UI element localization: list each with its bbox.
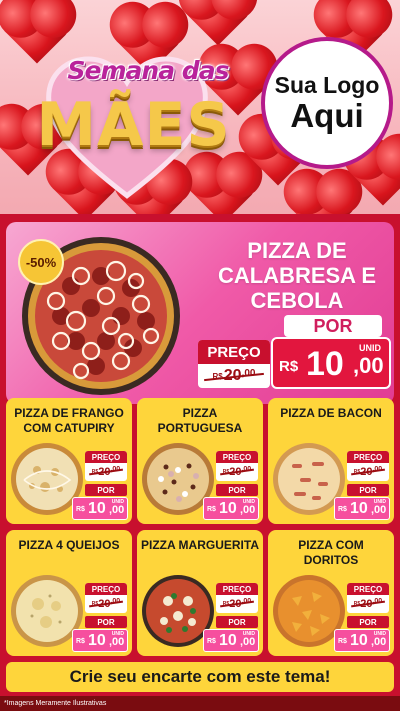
cta-banner[interactable]: Crie seu encarte com este tema!	[6, 662, 394, 692]
old-price-cents: ,00	[110, 598, 121, 605]
old-price: R$ 20 ,00	[198, 364, 270, 388]
preco-label: PREÇO	[198, 340, 270, 364]
price-cents: ,00	[371, 504, 387, 516]
old-price: R$ 20,00	[347, 463, 389, 481]
old-price: R$ 20,00	[216, 463, 258, 481]
old-price-cents: ,00	[372, 598, 383, 605]
unit-label: UNID	[359, 343, 381, 353]
old-price-box: PREÇO R$ 20,00	[347, 583, 389, 613]
title-big: MÃES	[36, 90, 231, 160]
old-price-int: 20	[360, 598, 373, 610]
new-price-box: UNID R$ 10 ,00	[72, 497, 128, 520]
heart-decoration	[185, 0, 251, 46]
product-card: PIZZA COM DORITOS PREÇO R$ 20,00 POR UNID…	[268, 530, 394, 656]
product-name: PIZZA COM DORITOS	[298, 538, 364, 567]
preco-label: PREÇO	[347, 583, 389, 595]
logo-line1: Sua Logo	[274, 72, 380, 98]
old-price-int: 20	[229, 598, 242, 610]
preco-label: PREÇO	[85, 451, 127, 463]
product-name: PIZZA DE FRANGO COM CATUPIRY	[14, 406, 124, 435]
product-card: PIZZA DE BACON PREÇO R$ 20,00 POR UNID R$…	[268, 398, 394, 524]
new-price-box: UNID R$ 10 ,00	[72, 629, 128, 652]
por-label: POR	[216, 616, 258, 628]
price-cents: ,00	[109, 636, 125, 648]
title-small: Semana das	[67, 56, 230, 85]
por-label: POR	[216, 484, 258, 496]
product-card: PIZZA PORTUGUESA PREÇO R$ 20,00 POR UNID …	[137, 398, 263, 524]
logo-line2: Aqui	[290, 97, 364, 134]
old-price-box: PREÇO R$ 20 ,00	[198, 340, 270, 388]
old-price-int: 20	[98, 466, 111, 478]
featured-offer: -50% PIZZA DE CALABRESA E CEBOLA POR PRE…	[6, 222, 394, 404]
price-cents: ,00	[109, 504, 125, 516]
old-price-int: 20	[98, 598, 111, 610]
price-int: 10	[350, 500, 368, 517]
price-int: 10	[306, 345, 344, 383]
product-name: PIZZA MARGUERITA	[141, 538, 259, 552]
price-int: 10	[219, 500, 237, 517]
preco-label: PREÇO	[216, 451, 258, 463]
por-label: POR	[347, 484, 389, 496]
preco-label: PREÇO	[347, 451, 389, 463]
price-int: 10	[88, 500, 106, 517]
discount-badge: -50%	[18, 239, 64, 285]
old-price: R$ 20,00	[85, 463, 127, 481]
price-currency: R$	[207, 638, 216, 645]
preco-label: PREÇO	[216, 583, 258, 595]
price-currency: R$	[76, 506, 85, 513]
old-price-box: PREÇO R$ 20,00	[85, 583, 127, 613]
price-int: 10	[88, 632, 106, 649]
old-price: R$ 20,00	[347, 595, 389, 613]
product-card: PIZZA 4 QUEIJOS PREÇO R$ 20,00 POR UNID R…	[6, 530, 132, 656]
old-price-box: PREÇO R$ 20,00	[85, 451, 127, 481]
featured-pizza-name: PIZZA DE CALABRESA E CEBOLA	[217, 238, 377, 313]
new-price-box: UNID R$ 10 ,00	[334, 629, 390, 652]
preco-label: PREÇO	[85, 583, 127, 595]
price-currency: R$	[207, 506, 216, 513]
price-int: 10	[350, 632, 368, 649]
old-price-cents: ,00	[241, 598, 252, 605]
old-price-currency: R$	[212, 371, 223, 381]
por-label: POR	[85, 616, 127, 628]
old-price-cents: ,00	[241, 368, 256, 379]
price-currency: R$	[338, 638, 347, 645]
price-cents: ,00	[240, 636, 256, 648]
new-price-box: UNID R$ 10 ,00	[271, 337, 391, 389]
heart-decoration	[290, 175, 356, 214]
price-currency: R$	[76, 638, 85, 645]
old-price-int: 20	[229, 466, 242, 478]
footer-note: *Imagens Meramente Ilustrativas	[0, 696, 400, 711]
por-label: POR	[347, 616, 389, 628]
por-label: POR	[284, 315, 382, 337]
old-price-box: PREÇO R$ 20,00	[216, 451, 258, 481]
por-label: POR	[85, 484, 127, 496]
product-name: PIZZA PORTUGUESA	[157, 406, 243, 435]
price-currency: R$	[279, 358, 299, 375]
new-price-box: UNID R$ 10 ,00	[203, 497, 259, 520]
old-price: R$ 20,00	[85, 595, 127, 613]
old-price-cents: ,00	[110, 466, 121, 473]
product-card: PIZZA MARGUERITA PREÇO R$ 20,00 POR UNID …	[137, 530, 263, 656]
old-price: R$ 20,00	[216, 595, 258, 613]
title-block: Semana das MÃES	[10, 46, 255, 199]
new-price-box: UNID R$ 10 ,00	[203, 629, 259, 652]
header-banner: Semana das MÃES Sua Logo Aqui	[0, 0, 400, 214]
old-price-int: 20	[360, 466, 373, 478]
price-cents: ,00	[371, 636, 387, 648]
old-price-int: 20	[223, 367, 242, 384]
old-price-box: PREÇO R$ 20,00	[216, 583, 258, 613]
offers-area: -50% PIZZA DE CALABRESA E CEBOLA POR PRE…	[0, 214, 400, 696]
price-cents: ,00	[240, 504, 256, 516]
product-name: PIZZA DE BACON	[280, 406, 382, 420]
price-int: 10	[219, 632, 237, 649]
product-name: PIZZA 4 QUEIJOS	[18, 538, 120, 552]
old-price-cents: ,00	[372, 466, 383, 473]
old-price-cents: ,00	[241, 466, 252, 473]
price-cents: ,00	[353, 353, 384, 378]
new-price-box: UNID R$ 10 ,00	[334, 497, 390, 520]
logo-placeholder: Sua Logo Aqui	[261, 37, 393, 169]
old-price-box: PREÇO R$ 20,00	[347, 451, 389, 481]
price-currency: R$	[338, 506, 347, 513]
product-card: PIZZA DE FRANGO COM CATUPIRY PREÇO R$ 20,…	[6, 398, 132, 524]
